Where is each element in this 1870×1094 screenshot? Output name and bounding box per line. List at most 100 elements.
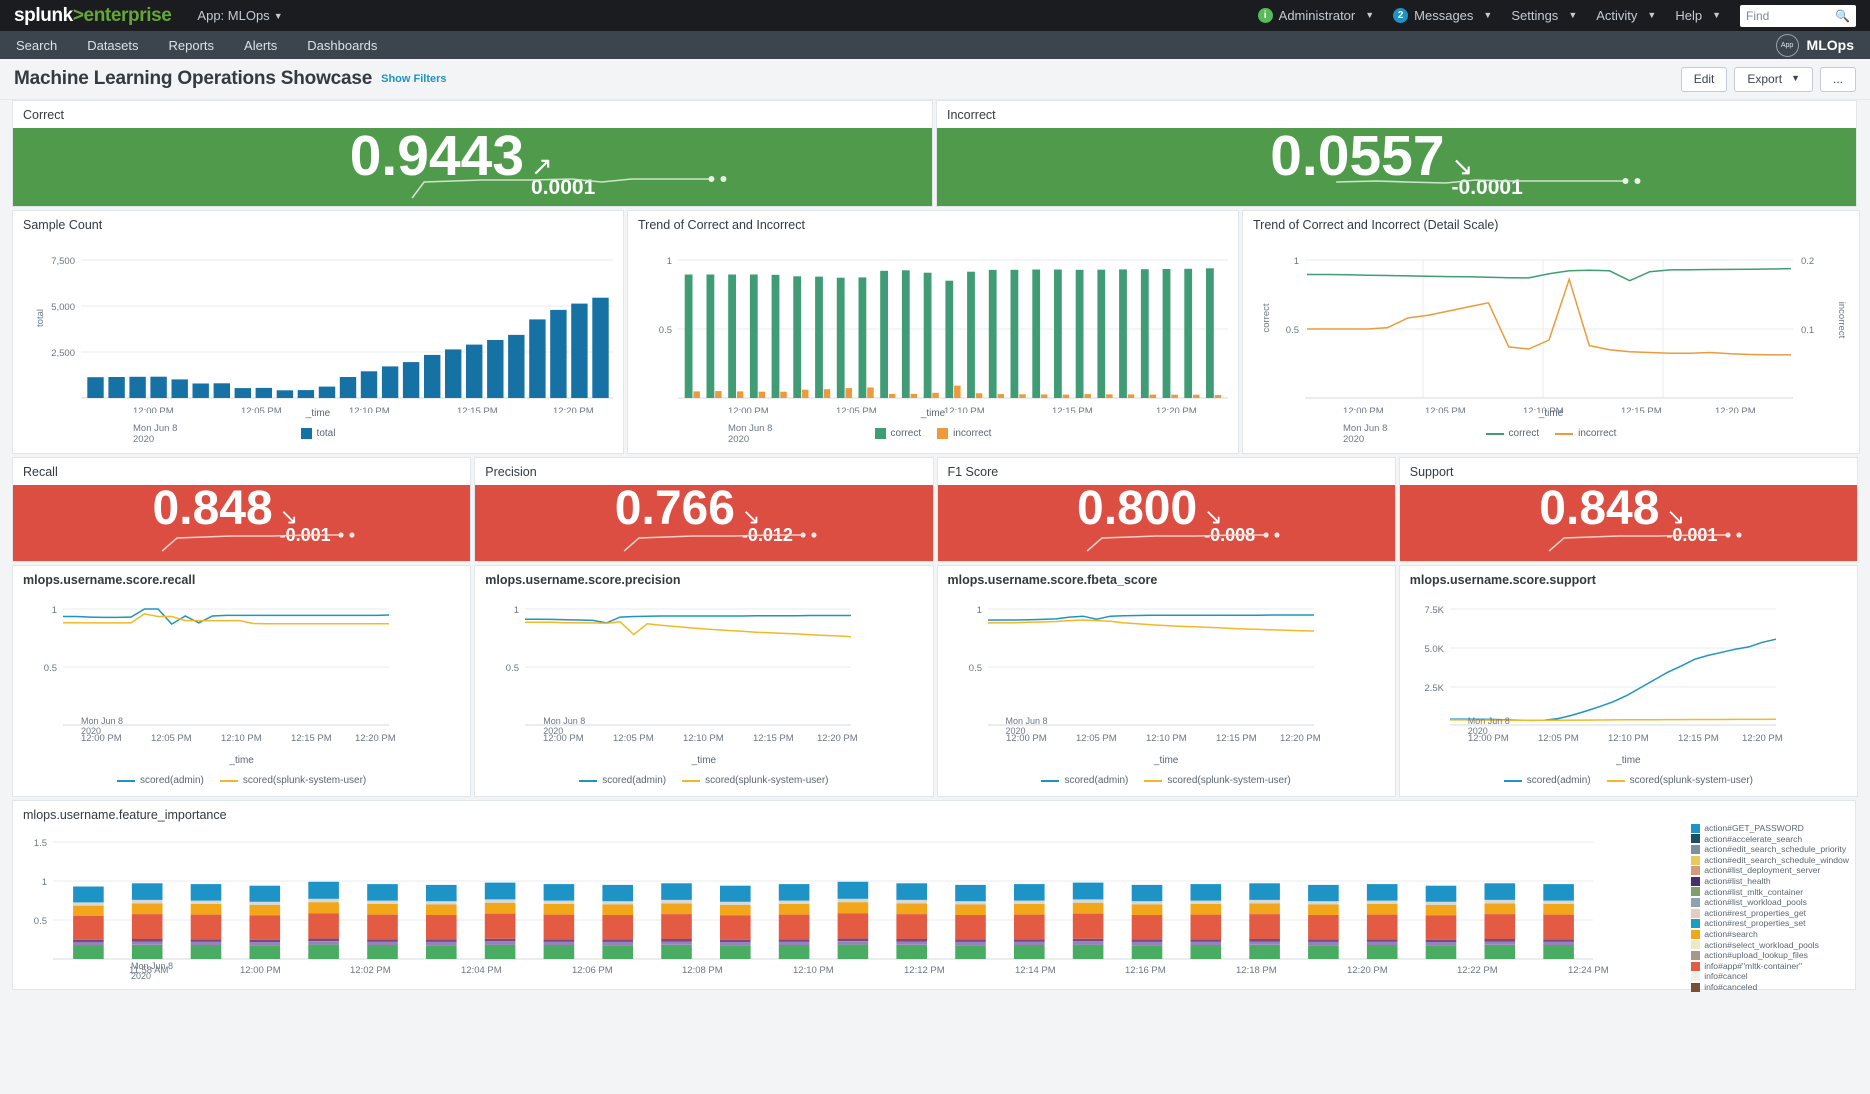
nav-item-dashboards[interactable]: Dashboards xyxy=(307,38,377,53)
settings-menu[interactable]: Settings▼ xyxy=(1511,8,1577,23)
legend-swatch-scored-splunk-system-user xyxy=(220,780,238,782)
legend-item-scored-admin[interactable]: scored(admin) xyxy=(1504,775,1591,786)
help-label: Help xyxy=(1675,8,1702,23)
y-tick-right-01: 0.1 xyxy=(1801,325,1814,336)
search-icon[interactable]: 🔍 xyxy=(1835,9,1850,23)
dashboard-body: Correct 0.9443 ↗ 0.0001 Incorrect xyxy=(0,100,1870,990)
nav-item-datasets[interactable]: Datasets xyxy=(87,38,138,53)
y-tick-05: 0.5 xyxy=(506,663,519,674)
nav-item-search[interactable]: Search xyxy=(16,38,57,53)
nav-item-alerts[interactable]: Alerts xyxy=(244,38,277,53)
single-value-number: 0.766 xyxy=(615,485,735,533)
messages-menu[interactable]: 2 Messages▼ xyxy=(1393,8,1492,23)
legend-item-scored-splunk-system-user[interactable]: scored(splunk-system-user) xyxy=(1144,775,1290,786)
legend-item[interactable]: action#rest_properties_set xyxy=(1691,918,1849,929)
chevron-down-icon: ▼ xyxy=(1791,73,1800,83)
legend-swatch xyxy=(1691,898,1700,907)
y-axis-title-left: correct xyxy=(1261,303,1272,332)
panel-title-trend: Trend of Correct and Incorrect xyxy=(628,211,1238,238)
nav-item-reports[interactable]: Reports xyxy=(169,38,215,53)
chart-trend-detail[interactable]: 1 0.5 correct 0.2 0.1 incorrect 12:00 PM… xyxy=(1243,238,1859,413)
show-filters-link[interactable]: Show Filters xyxy=(381,73,446,85)
single-value-correct[interactable]: 0.9443 ↗ 0.0001 xyxy=(13,128,932,206)
single-value-incorrect[interactable]: 0.0557 ↘ -0.0001 xyxy=(937,128,1856,206)
legend-item[interactable]: action#select_workload_pools xyxy=(1691,940,1849,951)
legend-item[interactable]: action#GET_PASSWORD xyxy=(1691,823,1849,834)
legend-item-incorrect[interactable]: incorrect xyxy=(1555,428,1616,439)
line-series-incorrect xyxy=(1307,279,1791,355)
panel-title-score-support: mlops.username.score.support xyxy=(1400,566,1857,593)
x-axis-title: _time xyxy=(475,755,932,766)
legend-item[interactable]: action#list_deployment_server xyxy=(1691,865,1849,876)
legend-item[interactable]: action#edit_search_schedule_priority xyxy=(1691,844,1849,855)
chart-feature-importance[interactable]: 1.5 1 0.5 11:58 AM12:00 PM12:02 PM12:04 … xyxy=(13,828,1613,973)
settings-label: Settings xyxy=(1511,8,1558,23)
legend-swatch xyxy=(1691,887,1700,896)
help-menu[interactable]: Help ▼ xyxy=(1675,8,1721,23)
chevron-down-icon: ▼ xyxy=(1712,10,1721,20)
legend-label-scored-splunk-system-user: scored(splunk-system-user) xyxy=(705,775,828,786)
panel-title-incorrect: Incorrect xyxy=(937,101,1856,128)
legend-swatch xyxy=(1691,877,1700,886)
legend-item[interactable]: action#list_health xyxy=(1691,876,1849,887)
panel-f1-score: F1 Score0.800↘-0.008 xyxy=(937,457,1396,562)
panel-correct: Correct 0.9443 ↗ 0.0001 xyxy=(12,100,933,207)
single-value-f1-score[interactable]: 0.800↘-0.008 xyxy=(938,485,1395,561)
app-selector-menu[interactable]: App: MLOps▼ xyxy=(197,8,282,23)
legend-item-incorrect[interactable]: incorrect xyxy=(937,428,991,439)
legend-feature-importance[interactable]: action#GET_PASSWORDaction#accelerate_sea… xyxy=(1691,823,1849,993)
legend-item[interactable]: info#canceled xyxy=(1691,982,1849,993)
legend-item-scored-splunk-system-user[interactable]: scored(splunk-system-user) xyxy=(682,775,828,786)
legend-item-scored-splunk-system-user[interactable]: scored(splunk-system-user) xyxy=(1607,775,1753,786)
legend-item-scored-admin[interactable]: scored(admin) xyxy=(1041,775,1128,786)
x-tick-3: 12:15 PM xyxy=(753,733,794,744)
legend-item[interactable]: info#app#"mltk-container" xyxy=(1691,961,1849,972)
legend-item[interactable]: action#edit_search_schedule_window xyxy=(1691,855,1849,866)
logo-enterprise-text: enterprise xyxy=(84,5,172,27)
user-menu-administrator[interactable]: i Administrator▼ xyxy=(1258,8,1375,23)
y-tick-2500: 2,500 xyxy=(51,348,75,359)
y-tick-05: 0.5 xyxy=(659,325,672,336)
single-value-recall[interactable]: 0.848↘-0.001 xyxy=(13,485,470,561)
export-button[interactable]: Export▼ xyxy=(1734,67,1813,92)
legend-swatch xyxy=(1691,824,1700,833)
single-value-support[interactable]: 0.848↘-0.001 xyxy=(1400,485,1857,561)
legend-item-scored-admin[interactable]: scored(admin) xyxy=(117,775,204,786)
chart-trend[interactable]: 1 0.5 12:00 PM 12:05 PM 12:10 PM 12:15 P… xyxy=(628,238,1238,413)
y-tick-left-05: 0.5 xyxy=(1286,325,1299,336)
more-options-label: ... xyxy=(1833,72,1843,86)
splunk-enterprise-logo[interactable]: splunk>enterprise xyxy=(14,5,171,27)
x-tick-1: 12:05 PM xyxy=(1076,733,1117,744)
x-axis-title: _time xyxy=(1243,408,1859,419)
edit-button[interactable]: Edit xyxy=(1681,67,1728,92)
legend-item-correct[interactable]: correct xyxy=(1486,428,1540,439)
legend-item[interactable]: info#cancel xyxy=(1691,971,1849,982)
legend-item-scored-splunk-system-user[interactable]: scored(splunk-system-user) xyxy=(220,775,366,786)
panel-title-support: Support xyxy=(1400,458,1857,485)
panel-title-f1-score: F1 Score xyxy=(938,458,1395,485)
legend-item-correct[interactable]: correct xyxy=(875,428,922,439)
legend-label: info#canceled xyxy=(1704,982,1757,993)
x-tick-2: 12:02 PM xyxy=(350,965,391,973)
chart-sample-count[interactable]: 7,500 5,000 2,500 total 12:00 PM 12:05 P… xyxy=(13,238,623,413)
page-title: Machine Learning Operations Showcase xyxy=(14,68,372,90)
legend-item-total[interactable]: total xyxy=(301,428,336,439)
legend-item[interactable]: action#search xyxy=(1691,929,1849,940)
single-value-precision[interactable]: 0.766↘-0.012 xyxy=(475,485,932,561)
legend-item[interactable]: action#rest_properties_get xyxy=(1691,908,1849,919)
legend-item[interactable]: action#upload_lookup_files xyxy=(1691,950,1849,961)
activity-menu[interactable]: Activity▼ xyxy=(1596,8,1656,23)
legend-label: action#select_workload_pools xyxy=(1704,940,1819,951)
legend-item[interactable]: action#list_mltk_container xyxy=(1691,887,1849,898)
legend-swatch-scored-admin xyxy=(1504,780,1522,782)
x-tick-date-line2: 2020 xyxy=(81,726,123,736)
x-tick-2: 12:10 PM xyxy=(1146,733,1187,744)
legend-swatch xyxy=(1691,919,1700,928)
find-search-box[interactable]: Find 🔍 xyxy=(1740,5,1856,27)
legend-item[interactable]: action#list_workload_pools xyxy=(1691,897,1849,908)
legend-label: action#search xyxy=(1704,929,1758,940)
more-options-button[interactable]: ... xyxy=(1820,67,1856,92)
legend-item-scored-admin[interactable]: scored(admin) xyxy=(579,775,666,786)
legend-item[interactable]: action#accelerate_search xyxy=(1691,834,1849,845)
trend-arrow-down-icon: ↘ xyxy=(280,508,298,526)
